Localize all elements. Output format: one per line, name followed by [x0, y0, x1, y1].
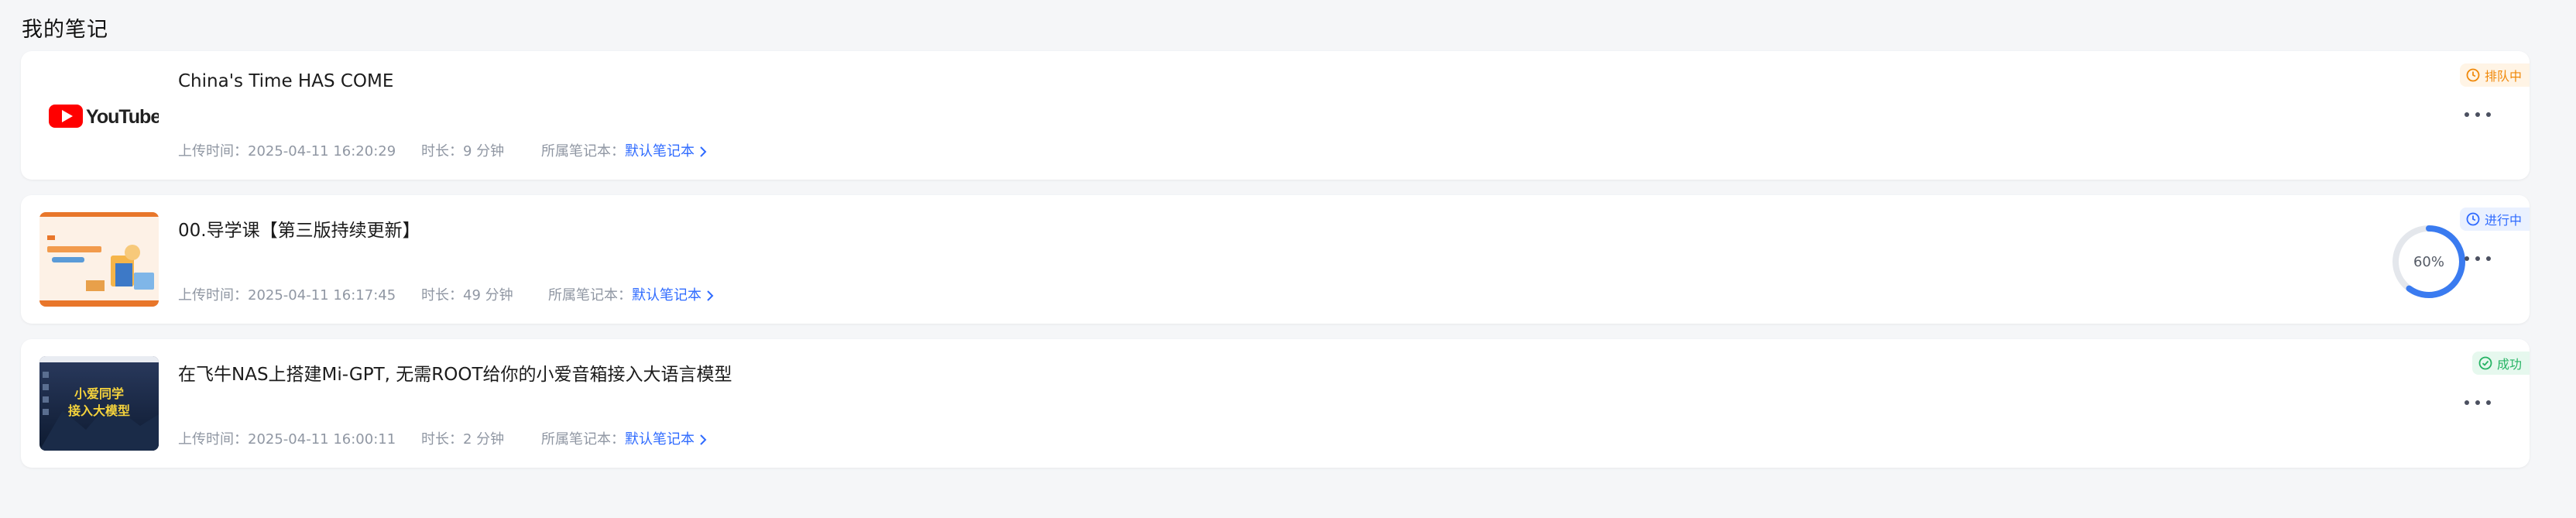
note-thumbnail[interactable] [39, 212, 159, 307]
note-title[interactable]: China's Time HAS COME [178, 71, 393, 91]
more-actions-button[interactable] [2465, 105, 2491, 124]
progress-percent: 60% [2413, 253, 2444, 270]
upload-time: 上传时间：2025-04-11 16:20:29 [178, 143, 396, 160]
more-actions-button[interactable] [2465, 249, 2491, 268]
clock-icon [2466, 68, 2480, 82]
status-badge: 成功 [2471, 352, 2530, 375]
note-thumbnail[interactable]: YouTube [39, 68, 159, 163]
chevron-right-icon[interactable] [699, 434, 707, 445]
duration: 时长：2 分钟 [421, 431, 505, 448]
youtube-wordmark: YouTube [86, 106, 159, 128]
status-badge: 排队中 [2459, 63, 2530, 87]
notebook-link[interactable]: 默认笔记本 [625, 431, 695, 448]
clock-icon [2466, 212, 2480, 226]
duration: 时长：49 分钟 [421, 287, 513, 304]
notebook-info: 所属笔记本：默认笔记本 [541, 140, 707, 160]
chevron-right-icon[interactable] [699, 146, 707, 157]
check-circle-icon [2478, 356, 2492, 370]
note-card[interactable]: 00.导学课【第三版持续更新】 上传时间：2025-04-11 16:17:45… [21, 195, 2530, 324]
upload-time: 上传时间：2025-04-11 16:00:11 [178, 431, 396, 448]
note-card[interactable]: 小爱同学 接入大模型 在飞牛NAS上搭建Mi-GPT, 无需ROOT给你的小爱音… [21, 339, 2530, 468]
status-badge: 进行中 [2459, 208, 2530, 231]
svg-text:小爱同学: 小爱同学 [74, 386, 124, 401]
svg-text:接入大模型: 接入大模型 [68, 403, 130, 418]
more-actions-button[interactable] [2465, 393, 2491, 412]
note-thumbnail[interactable]: 小爱同学 接入大模型 [39, 356, 159, 451]
upload-time: 上传时间：2025-04-11 16:17:45 [178, 287, 396, 304]
notebook-info: 所属笔记本：默认笔记本 [548, 284, 714, 304]
notebook-info: 所属笔记本：默认笔记本 [541, 428, 707, 448]
progress-ring: 60% [2390, 223, 2468, 300]
chevron-right-icon[interactable] [706, 290, 714, 301]
duration: 时长：9 分钟 [421, 143, 505, 160]
note-card[interactable]: YouTube China's Time HAS COME 上传时间：2025-… [21, 51, 2530, 180]
note-title[interactable]: 00.导学课【第三版持续更新】 [178, 215, 420, 242]
notebook-link[interactable]: 默认笔记本 [632, 287, 701, 304]
page-title: 我的笔记 [22, 18, 108, 42]
notebook-link[interactable]: 默认笔记本 [625, 143, 695, 160]
note-title[interactable]: 在飞牛NAS上搭建Mi-GPT, 无需ROOT给你的小爱音箱接入大语言模型 [178, 359, 732, 386]
